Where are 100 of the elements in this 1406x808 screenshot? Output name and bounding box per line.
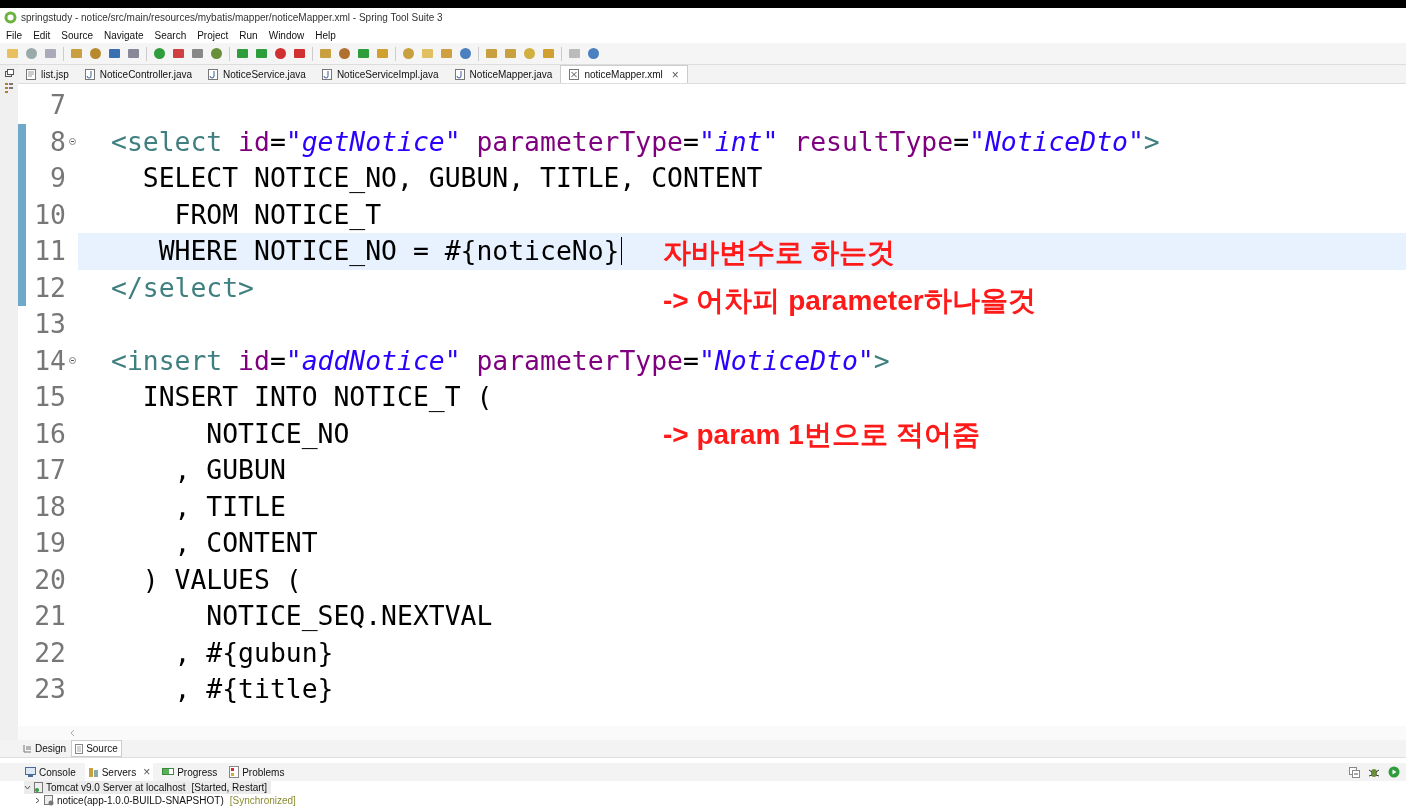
toolbar-icon[interactable] xyxy=(25,47,38,60)
mode-tab[interactable]: Source xyxy=(71,740,122,757)
toolbar-icon[interactable] xyxy=(108,47,121,60)
code-line: , GUBUN xyxy=(173,453,286,488)
menu-item[interactable]: Source xyxy=(61,27,94,43)
panel-tab[interactable]: Progress xyxy=(159,763,221,781)
toolbar-icon[interactable] xyxy=(357,47,370,60)
menu-item[interactable]: Window xyxy=(268,27,305,43)
design-icon xyxy=(23,744,32,753)
editor-tab[interactable]: noticeMapper.xml × xyxy=(560,65,688,83)
code-line: WHERE NOTICE_NO = #{noticeNo} xyxy=(157,234,620,269)
line-number: 15 xyxy=(33,380,66,415)
bug-icon[interactable] xyxy=(1368,766,1380,778)
editor-tab[interactable]: NoticeController.java xyxy=(76,65,201,83)
fold-icon[interactable] xyxy=(68,357,76,365)
collapse-all-icon[interactable] xyxy=(1349,766,1360,778)
toolbar-icon[interactable] xyxy=(153,47,166,60)
expander-icon[interactable] xyxy=(34,797,41,804)
outline-icon[interactable] xyxy=(5,83,13,93)
file-icon xyxy=(84,68,95,80)
toolbar-icon[interactable] xyxy=(210,47,223,60)
server-state: [Started, Restart] xyxy=(191,781,268,794)
code-line: NOTICE_SEQ.NEXTVAL xyxy=(205,599,493,634)
toolbar-icon[interactable] xyxy=(172,47,185,60)
line-number: 8 xyxy=(49,124,66,159)
menu-item[interactable]: Project xyxy=(197,27,229,43)
toolbar-icon[interactable] xyxy=(191,47,204,60)
menu-item[interactable]: File xyxy=(6,27,23,43)
toolbar-icon[interactable] xyxy=(44,47,57,60)
menu-item[interactable]: Edit xyxy=(33,27,51,43)
scroll-left-icon[interactable] xyxy=(70,729,75,737)
toolbar-icon[interactable] xyxy=(127,47,140,60)
editor-tab[interactable]: list.jsp xyxy=(18,65,77,83)
code-line: <insert id="addNotice" parameterType="NoticeDto"> xyxy=(111,343,890,378)
servers-icon xyxy=(87,766,99,778)
text-cursor xyxy=(621,237,623,266)
start-server-icon[interactable] xyxy=(1388,766,1400,778)
menu-item[interactable]: Help xyxy=(315,27,336,43)
problems-icon xyxy=(229,766,240,778)
code-line: , CONTENT xyxy=(173,526,318,561)
close-icon[interactable]: × xyxy=(671,65,679,84)
line-number: 9 xyxy=(49,161,66,196)
toolbar-icon[interactable] xyxy=(587,47,600,60)
line-number: 23 xyxy=(33,672,66,707)
code-line: , TITLE xyxy=(173,489,286,524)
panel-tab[interactable]: Console xyxy=(22,763,79,781)
restore-icon[interactable] xyxy=(4,69,14,77)
toolbar-icon[interactable] xyxy=(293,47,306,60)
file-icon xyxy=(569,69,580,80)
close-icon[interactable]: × xyxy=(143,763,151,781)
menu-item[interactable]: Run xyxy=(239,27,258,43)
expander-icon[interactable] xyxy=(24,784,31,791)
toolbar-icon[interactable] xyxy=(459,47,472,60)
mode-tab[interactable]: Design xyxy=(20,740,70,757)
source-icon xyxy=(75,743,84,754)
server-name: Tomcat v9.0 Server at localhost xyxy=(46,781,186,794)
line-number: 21 xyxy=(33,599,66,634)
toolbar-icon[interactable] xyxy=(89,47,102,60)
toolbar-icon[interactable] xyxy=(376,47,389,60)
code-line: INSERT INTO NOTICE_T ( xyxy=(141,380,493,415)
line-number: 13 xyxy=(33,307,66,342)
tree-row[interactable]: notice(app-1.0.0-BUILD-SNAPSHOT) [Synchronized] xyxy=(34,794,296,807)
code-line: NOTICE_NO xyxy=(205,416,350,451)
file-icon xyxy=(321,68,332,80)
server-name: notice(app-1.0.0-BUILD-SNAPSHOT) xyxy=(57,794,224,807)
line-number: 7 xyxy=(49,88,66,123)
toolbar-icon[interactable] xyxy=(274,47,287,60)
editor-tab[interactable]: NoticeServiceImpl.java xyxy=(313,65,447,83)
toolbar-icon[interactable] xyxy=(255,47,268,60)
editor-tab[interactable]: NoticeService.java xyxy=(200,65,314,83)
code-line: ) VALUES ( xyxy=(141,562,302,597)
panel-tab[interactable]: Problems xyxy=(226,763,288,781)
annotation-text: -> param 1번으로 적어줌 xyxy=(663,418,981,452)
console-icon xyxy=(25,767,36,777)
app-logo-icon xyxy=(4,11,17,24)
server-state: [Synchronized] xyxy=(229,794,296,807)
toolbar-icon[interactable] xyxy=(542,47,555,60)
code-line: , #{gubun} xyxy=(173,635,334,670)
toolbar-icon[interactable] xyxy=(523,47,536,60)
menu-item[interactable]: Search xyxy=(154,27,187,43)
line-number: 10 xyxy=(33,197,66,232)
file-icon xyxy=(26,68,36,80)
code-line: , #{title} xyxy=(173,672,334,707)
code-line: SELECT NOTICE_NO, GUBUN, TITLE, CONTENT xyxy=(141,161,763,196)
toolbar-icon[interactable] xyxy=(236,47,249,60)
toolbar-icon[interactable] xyxy=(504,47,517,60)
toolbar-icon[interactable] xyxy=(319,47,332,60)
line-number: 20 xyxy=(33,562,66,597)
fold-icon[interactable] xyxy=(68,138,76,146)
toolbar-icon[interactable] xyxy=(485,47,498,60)
line-number: 22 xyxy=(33,635,66,670)
file-icon xyxy=(454,68,465,80)
menu-item[interactable]: Navigate xyxy=(104,27,144,43)
panel-tab[interactable]: Servers × xyxy=(84,763,154,781)
toolbar-icon[interactable] xyxy=(338,47,351,60)
toolbar-icon[interactable] xyxy=(402,47,415,60)
editor-tab[interactable]: NoticeMapper.java xyxy=(446,65,561,83)
tree-row[interactable]: Tomcat v9.0 Server at localhost [Started, Restart] xyxy=(24,781,272,794)
toolbar-icon[interactable] xyxy=(440,47,453,60)
toolbar-icon[interactable] xyxy=(70,47,83,60)
